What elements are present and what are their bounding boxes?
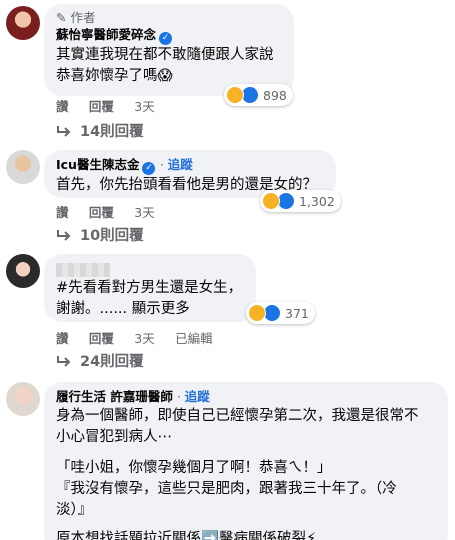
author-name[interactable]: 履行生活 許嘉珊醫師 · 追蹤 (56, 388, 436, 406)
avatar[interactable] (6, 254, 40, 288)
reaction-count: 371 (285, 305, 309, 321)
view-replies-button[interactable]: 24則回覆 (56, 350, 144, 371)
haha-reaction-icon (226, 86, 244, 104)
haha-reaction-icon (262, 192, 280, 210)
avatar[interactable] (6, 6, 40, 40)
comment-bubble: 履行生活 許嘉珊醫師 · 追蹤 身為一個醫師，即使自己已經懷孕第二次，我還是很常… (44, 382, 448, 540)
like-button[interactable]: 讚 (56, 99, 69, 114)
author-name[interactable]: Icu醫生陳志金 ✓ · 追蹤 (56, 156, 324, 175)
like-button[interactable]: 讚 (56, 331, 69, 346)
reply-arrow-icon (57, 229, 71, 241)
view-replies-button[interactable]: 14則回覆 (56, 120, 144, 141)
author-name[interactable]: 蘇怡寧醫師愛碎念 ✓ (56, 26, 282, 45)
author-tag: ✎ 作者 (56, 10, 96, 25)
comment-text: 小心冒犯到病人⋯ (56, 429, 172, 445)
verified-icon: ✓ (142, 162, 156, 175)
reaction-count: 898 (263, 87, 287, 103)
reply-arrow-icon (57, 355, 71, 367)
follow-button[interactable]: 追蹤 (185, 389, 210, 404)
reaction-summary[interactable]: 898 (224, 84, 293, 106)
reaction-count: 1,302 (299, 193, 335, 209)
censored-name (56, 262, 110, 277)
reply-button[interactable]: 回覆 (89, 99, 114, 114)
comment-actions: 讚 回覆 3天 已編輯 (56, 328, 229, 347)
reply-arrow-icon (57, 125, 71, 137)
comment-text: #先看看對方男生還是女生， (56, 280, 243, 296)
comment-bubble: #先看看對方男生還是女生， 謝謝。...... 顯示更多 (44, 254, 256, 322)
timestamp[interactable]: 3天 (134, 99, 154, 114)
reply-button[interactable]: 回覆 (89, 205, 114, 220)
comment-text: 其實連我現在都不敢隨便跟人家說 (56, 47, 274, 63)
author-name[interactable] (56, 260, 244, 278)
comment-text[interactable]: 謝謝。...... 顯示更多 (56, 299, 244, 320)
reaction-summary[interactable]: 371 (246, 302, 315, 324)
comment-actions: 讚 回覆 3天 (56, 202, 171, 221)
timestamp[interactable]: 3天 (134, 205, 154, 220)
avatar[interactable] (6, 382, 40, 416)
avatar[interactable] (6, 150, 40, 184)
pen-icon: ✎ (56, 10, 67, 25)
reply-button[interactable]: 回覆 (89, 331, 114, 346)
comment-text: 身為一個醫師，即使自己已經懷孕第二次，我還是很常不 (56, 408, 419, 424)
comment-bubble: ✎ 作者 蘇怡寧醫師愛碎念 ✓ 其實連我現在都不敢隨便跟人家說 恭喜妳懷孕了嗎😱 (44, 4, 294, 96)
comment-text: 「哇小姐，你懷孕幾個月了啊！恭喜ㄟ！」 (56, 460, 332, 476)
timestamp[interactable]: 3天 (134, 331, 154, 346)
like-button[interactable]: 讚 (56, 205, 69, 220)
verified-icon: ✓ (159, 32, 173, 45)
comment-text: 『我沒有懷孕，這些只是肥肉，跟著我三十年了。（冷 (56, 481, 397, 497)
comment-actions: 讚 回覆 3天 (56, 96, 171, 115)
view-replies-button[interactable]: 10則回覆 (56, 224, 144, 245)
edited-label[interactable]: 已編輯 (175, 331, 213, 346)
reaction-summary[interactable]: 1,302 (260, 190, 341, 212)
comment-text: 原本想找話題拉近關係➡️醫病關係破裂⚡ (56, 531, 317, 540)
haha-reaction-icon (248, 304, 266, 322)
comment-text: 淡）』 (56, 502, 93, 518)
follow-button[interactable]: 追蹤 (168, 157, 193, 172)
